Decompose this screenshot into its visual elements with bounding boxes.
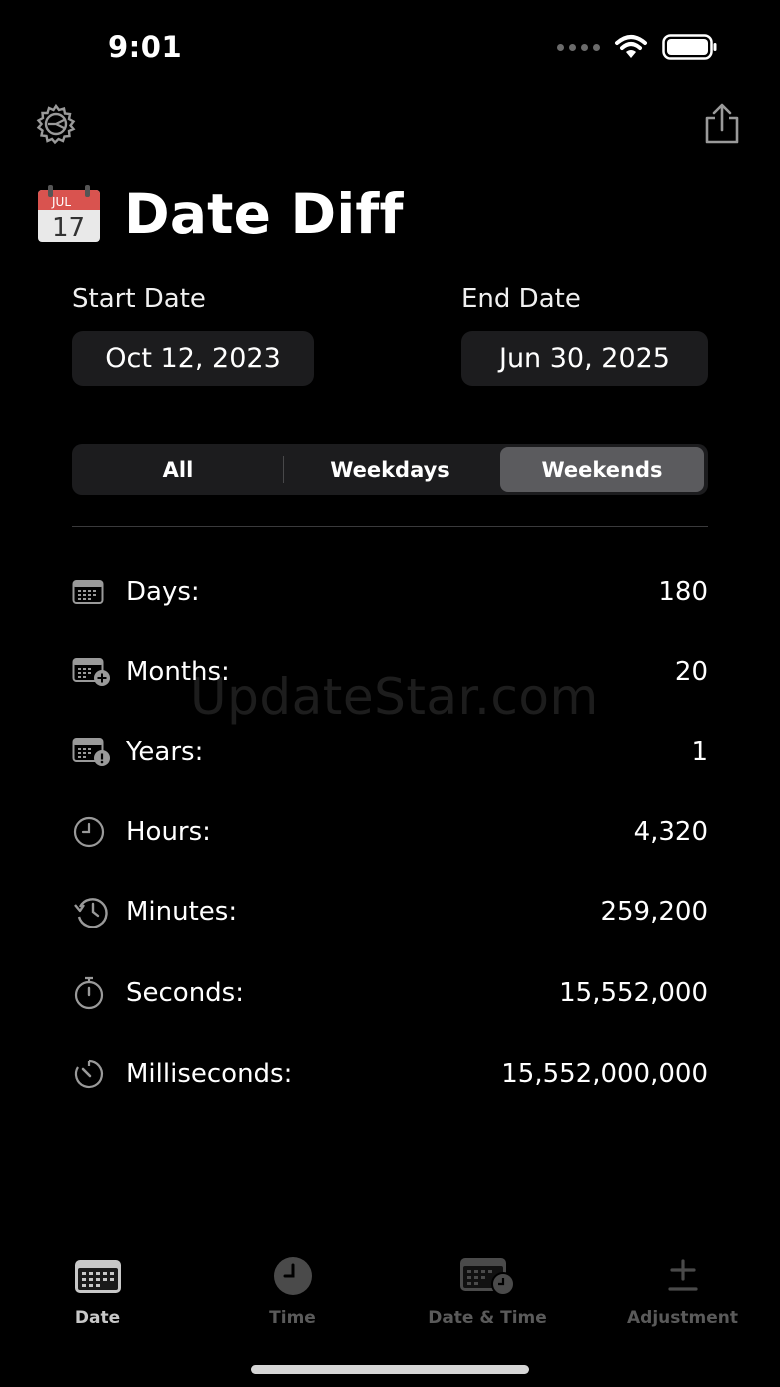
tab-label: Time — [269, 1308, 316, 1328]
tab-label: Date & Time — [428, 1308, 547, 1328]
status-icons — [557, 34, 718, 60]
stopwatch-icon — [72, 975, 112, 1011]
segment-weekends[interactable]: Weekends — [500, 447, 704, 492]
cellular-signal-icon — [557, 43, 600, 51]
result-label: Minutes: — [126, 897, 238, 927]
result-value: 4,320 — [633, 817, 708, 847]
clock-history-icon — [72, 894, 112, 930]
tab-adjustment[interactable]: Adjustment — [585, 1250, 780, 1340]
calendar-badge-icon — [72, 734, 112, 770]
home-indicator[interactable] — [251, 1365, 529, 1374]
share-icon — [705, 103, 739, 144]
gear-icon — [36, 103, 76, 145]
result-label: Milliseconds: — [126, 1059, 293, 1089]
plus-minus-icon — [666, 1250, 700, 1302]
calendar-emoji-icon: JUL 17 — [38, 185, 100, 243]
end-date-picker[interactable]: Jun 30, 2025 — [461, 331, 708, 386]
result-row-hours: Hours: 4,320 — [72, 810, 708, 854]
day-filter-segmented-control: All Weekdays Weekends — [72, 444, 708, 495]
result-row-milliseconds: Milliseconds: 15,552,000,000 — [72, 1052, 708, 1096]
clock-icon — [269, 1250, 317, 1302]
status-bar: 9:01 — [0, 0, 780, 96]
result-label: Hours: — [126, 817, 211, 847]
result-value: 180 — [658, 577, 708, 607]
segment-all[interactable]: All — [75, 447, 281, 492]
settings-button[interactable] — [34, 102, 78, 146]
tab-date-and-time[interactable]: Date & Time — [390, 1250, 585, 1340]
result-row-minutes: Minutes: 259,200 — [72, 890, 708, 934]
calendar-plus-icon — [72, 654, 112, 690]
status-time: 9:01 — [108, 30, 183, 64]
result-row-seconds: Seconds: 15,552,000 — [72, 971, 708, 1015]
tab-time[interactable]: Time — [195, 1250, 390, 1340]
start-date-label: Start Date — [72, 284, 206, 314]
segment-weekdays[interactable]: Weekdays — [285, 447, 495, 492]
result-value: 15,552,000,000 — [501, 1059, 708, 1089]
share-button[interactable] — [700, 102, 744, 146]
result-row-months: Months: 20 — [72, 650, 708, 694]
calendar-clock-icon — [459, 1250, 517, 1302]
result-value: 20 — [674, 657, 708, 687]
result-row-days: Days: 180 — [72, 570, 708, 614]
calendar-icon — [74, 1250, 122, 1302]
calendar-icon — [72, 574, 112, 610]
tab-bar: Date Time Date & Time Adjustment — [0, 1250, 780, 1340]
result-value: 15,552,000 — [559, 978, 708, 1008]
tab-label: Date — [74, 1308, 121, 1328]
clock-icon — [72, 814, 112, 850]
end-date-label: End Date — [461, 284, 581, 314]
result-row-years: Years: 1 — [72, 730, 708, 774]
divider — [72, 526, 708, 527]
calendar-emoji-month: JUL — [51, 195, 71, 209]
start-date-picker[interactable]: Oct 12, 2023 — [72, 331, 314, 386]
result-label: Months: — [126, 657, 230, 687]
segment-divider — [283, 456, 284, 483]
calendar-emoji-day: 17 — [52, 213, 85, 243]
timer-icon — [72, 1056, 112, 1092]
result-label: Seconds: — [126, 978, 244, 1008]
tab-date[interactable]: Date — [0, 1250, 195, 1340]
result-label: Days: — [126, 577, 200, 607]
page-title: Date Diff — [124, 182, 404, 246]
result-value: 1 — [691, 737, 708, 767]
result-value: 259,200 — [600, 897, 708, 927]
result-label: Years: — [126, 737, 204, 767]
tab-label: Adjustment — [627, 1308, 738, 1328]
battery-icon — [662, 34, 717, 60]
title-row: JUL 17 Date Diff — [36, 182, 404, 246]
wifi-icon — [615, 35, 647, 58]
